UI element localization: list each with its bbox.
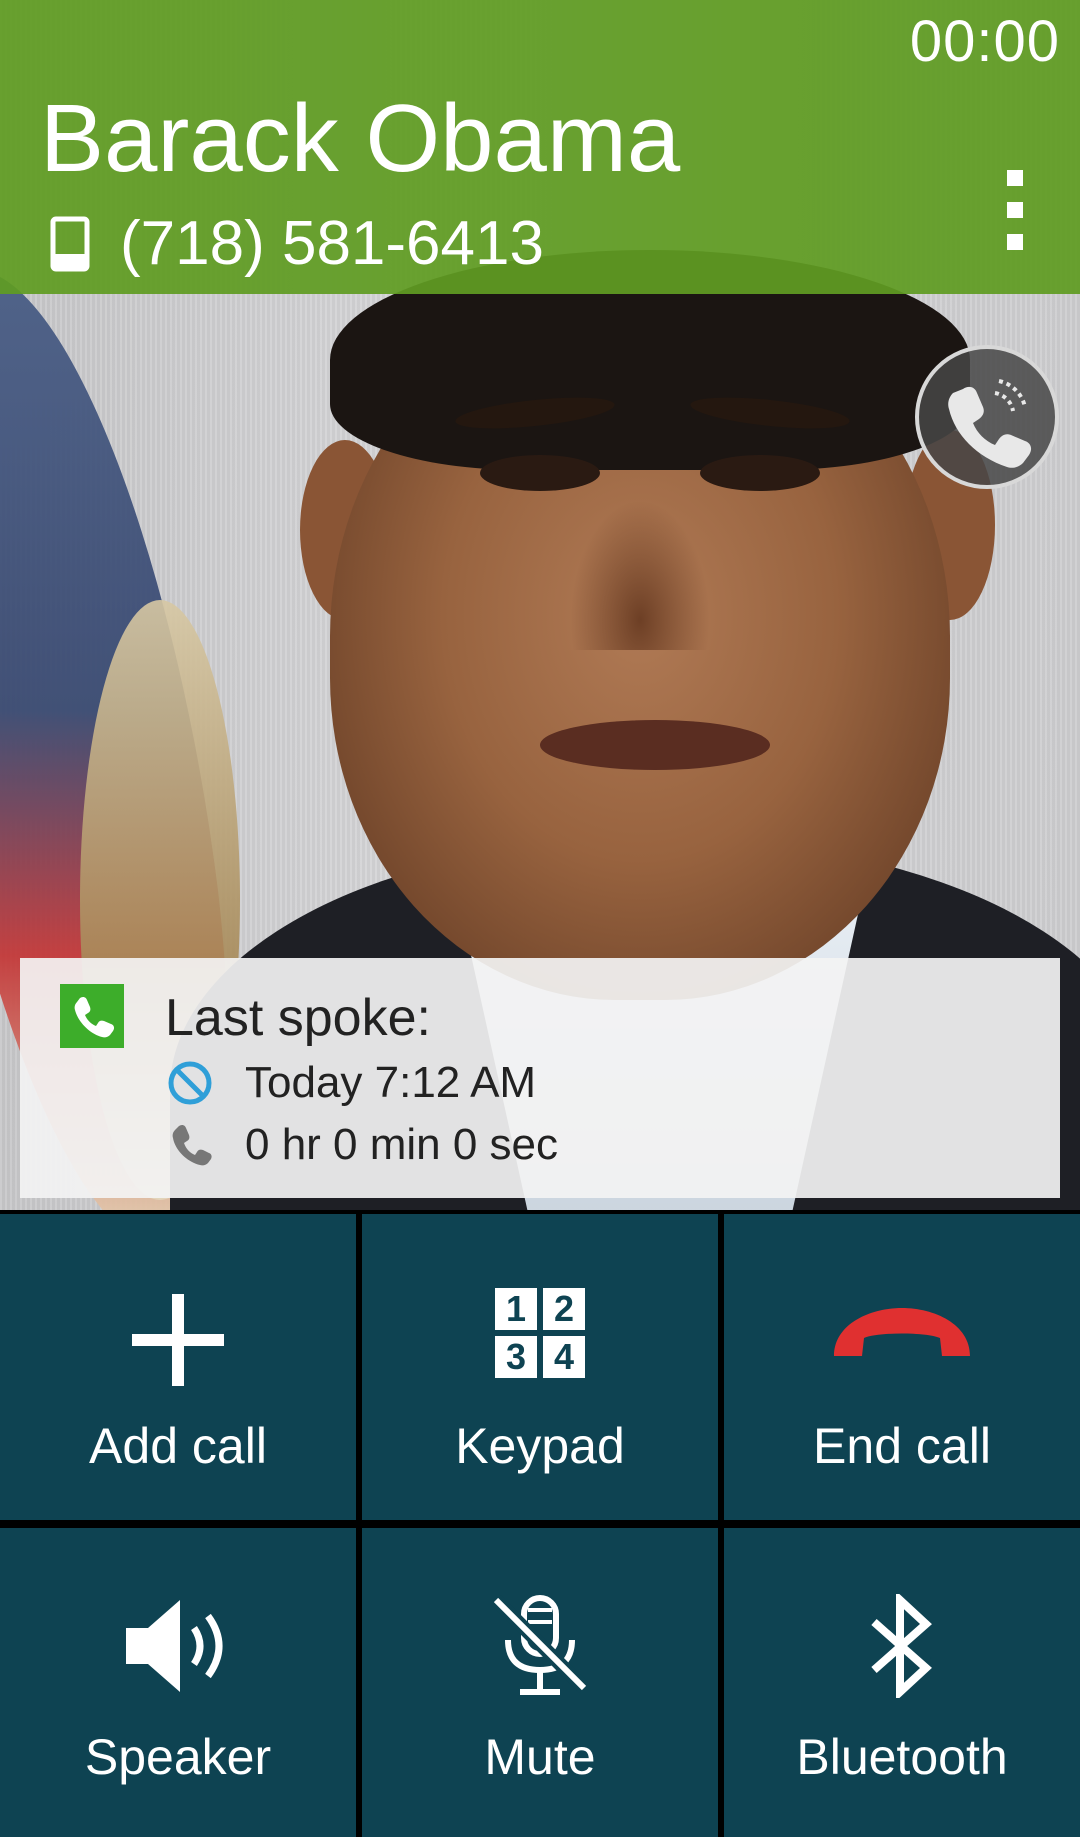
nose-shape (570, 500, 710, 650)
keypad-icon: 1 2 3 4 (495, 1288, 585, 1378)
mobile-phone-icon (50, 216, 90, 271)
keypad-button[interactable]: 1 2 3 4 Keypad (362, 1214, 718, 1520)
speaker-label: Speaker (84, 1729, 272, 1785)
contact-name: Barack Obama (40, 85, 681, 192)
mouth-shape (540, 720, 770, 770)
keypad-label: Keypad (455, 1418, 625, 1474)
speaker-icon (126, 1600, 223, 1692)
handset-icon (172, 1124, 212, 1166)
keypad-digit: 3 (495, 1336, 537, 1378)
eye-left-shape (480, 455, 600, 491)
keypad-digit: 2 (543, 1288, 585, 1330)
speaker-button[interactable]: Speaker (0, 1528, 356, 1837)
last-spoke-panel: Last spoke: Today 7:12 AM 0 hr 0 min 0 s… (20, 958, 1060, 1198)
call-volume-button[interactable] (915, 345, 1059, 489)
call-header: 00:00 Barack Obama (718) 581-6413 (0, 0, 1080, 294)
add-call-label: Add call (89, 1418, 267, 1474)
overflow-dot (1007, 170, 1023, 186)
last-spoke-duration-row: 0 hr 0 min 0 sec (165, 1120, 558, 1170)
end-call-button[interactable]: End call (724, 1214, 1080, 1520)
keypad-digit: 1 (495, 1288, 537, 1330)
mute-mic-icon (492, 1595, 588, 1695)
last-spoke-duration: 0 hr 0 min 0 sec (245, 1120, 559, 1169)
keypad-digit: 4 (543, 1336, 585, 1378)
eye-right-shape (700, 455, 820, 491)
last-spoke-title: Last spoke: (165, 989, 431, 1047)
phone-number-row: (718) 581-6413 (50, 208, 544, 279)
phone-number: (718) 581-6413 (120, 209, 544, 278)
end-call-label: End call (813, 1418, 991, 1474)
overflow-dot (1007, 234, 1023, 250)
bluetooth-label: Bluetooth (796, 1729, 1008, 1785)
overflow-menu-icon[interactable] (1000, 170, 1030, 250)
last-spoke-date: Today 7:12 AM (245, 1058, 537, 1107)
blocked-icon (168, 1061, 212, 1105)
add-call-button[interactable]: Add call (0, 1214, 356, 1520)
mute-label: Mute (484, 1729, 596, 1785)
call-actions-grid: Add call 1 2 3 4 Keypad End call Speaker (0, 1210, 1080, 1837)
call-volume-icon (948, 379, 1032, 468)
bluetooth-icon (871, 1594, 932, 1698)
call-log-icon (60, 984, 124, 1048)
call-timer: 00:00 (909, 9, 1060, 74)
end-call-icon (834, 1308, 970, 1356)
bluetooth-button[interactable]: Bluetooth (724, 1528, 1080, 1837)
plus-icon (132, 1294, 224, 1386)
last-spoke-date-row: Today 7:12 AM (165, 1058, 536, 1108)
mute-button[interactable]: Mute (362, 1528, 718, 1837)
overflow-dot (1007, 202, 1023, 218)
